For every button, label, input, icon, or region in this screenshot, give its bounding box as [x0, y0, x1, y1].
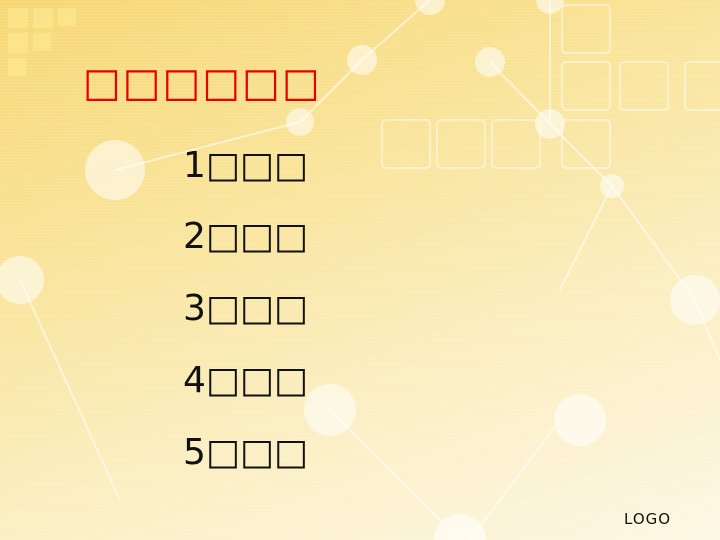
corner-square [8, 58, 26, 76]
slide-title: □□□□□□ [83, 60, 322, 106]
list-item: 5□□□ [183, 432, 308, 473]
list-item: 4□□□ [183, 360, 308, 401]
slide: □□□□□□ 1□□□ 2□□□ 3□□□ 4□□□ 5□□□ LOGO [0, 0, 720, 540]
logo: LOGO [624, 510, 672, 528]
corner-square [8, 33, 28, 53]
list-item: 1□□□ [183, 145, 308, 186]
corner-square [8, 8, 28, 28]
corner-square [33, 33, 51, 51]
corner-square [33, 8, 53, 28]
corner-square [58, 8, 76, 26]
list-item: 3□□□ [183, 288, 308, 329]
list-item: 2□□□ [183, 216, 308, 257]
